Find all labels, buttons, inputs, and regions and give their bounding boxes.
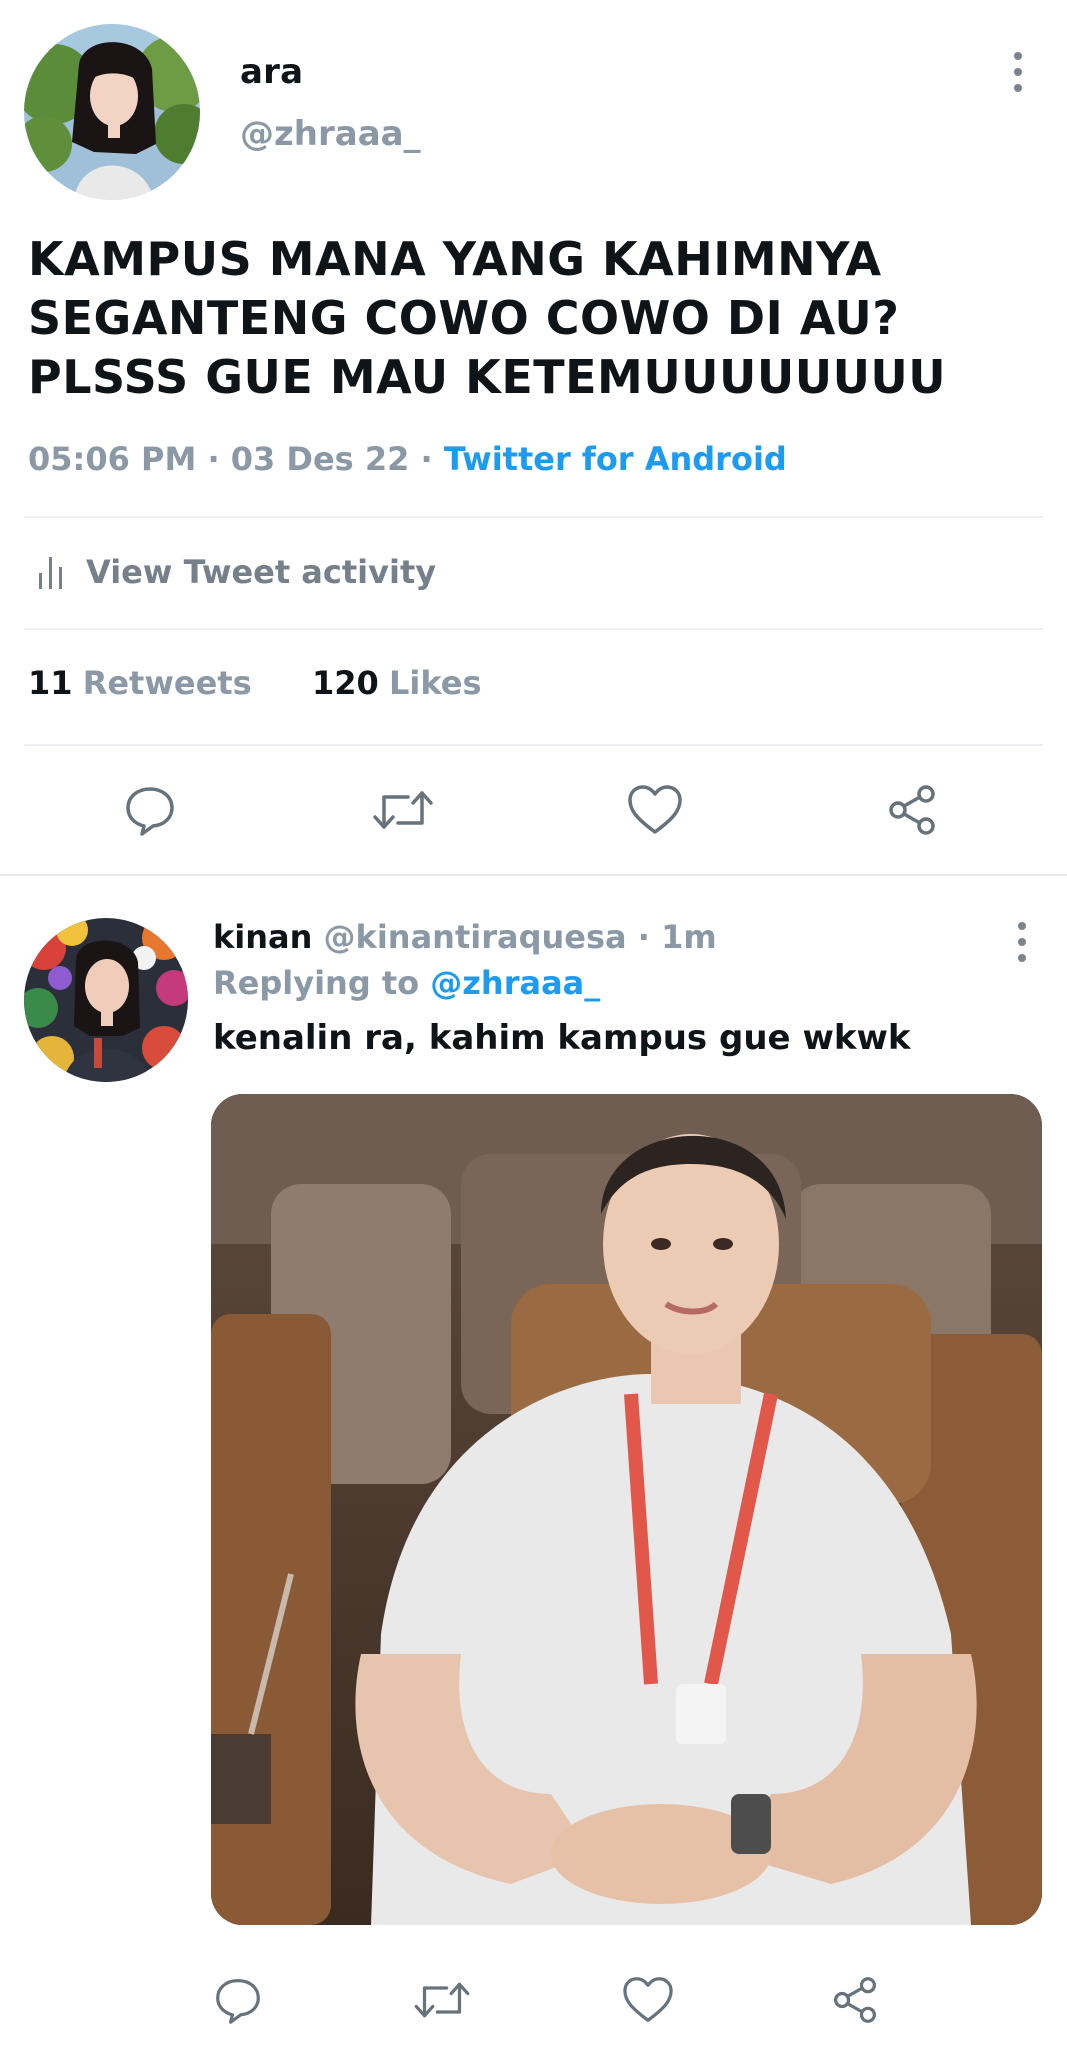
reply-share-button[interactable] bbox=[820, 1970, 890, 2030]
bar-chart-icon bbox=[39, 557, 62, 589]
likes-count: 120 bbox=[312, 664, 379, 702]
divider bbox=[24, 744, 1043, 746]
reply-media-image[interactable] bbox=[211, 1094, 1042, 1925]
share-button[interactable] bbox=[877, 780, 947, 840]
engagement-stats: 11 Retweets 120 Likes bbox=[28, 664, 482, 702]
reply-like-button[interactable] bbox=[613, 1970, 683, 2030]
likes-stat[interactable]: 120 Likes bbox=[312, 664, 482, 702]
tweet-time: 05:06 PM bbox=[28, 440, 197, 478]
separator-dot: · bbox=[207, 440, 231, 478]
replying-to-label: Replying to bbox=[213, 964, 420, 1002]
reply-author-avatar[interactable] bbox=[24, 918, 188, 1082]
reply-display-name[interactable]: kinan bbox=[213, 918, 312, 956]
tweet-meta: 05:06 PM · 03 Des 22 · Twitter for Andro… bbox=[28, 440, 787, 478]
reply-more-options-button[interactable] bbox=[1010, 912, 1034, 972]
more-vertical-icon-dot bbox=[1018, 938, 1026, 946]
tweet-text-line: KAMPUS MANA YANG KAHIMNYA bbox=[28, 232, 882, 286]
retweets-stat[interactable]: 11 Retweets bbox=[28, 664, 262, 702]
more-vertical-icon bbox=[1018, 922, 1026, 930]
reply-bubble-icon bbox=[126, 787, 174, 836]
separator-dot: · bbox=[637, 918, 650, 956]
more-options-button[interactable] bbox=[1006, 42, 1030, 102]
share-icon bbox=[889, 785, 935, 835]
more-vertical-icon-dot bbox=[1014, 84, 1022, 92]
more-vertical-icon bbox=[1014, 52, 1022, 60]
author-avatar[interactable] bbox=[24, 24, 200, 200]
divider bbox=[24, 628, 1043, 630]
reply-time: 1m bbox=[661, 918, 717, 956]
like-button[interactable] bbox=[620, 780, 690, 840]
retweet-button[interactable] bbox=[368, 780, 438, 840]
reply-text: kenalin ra, kahim kampus gue wkwk bbox=[213, 1018, 911, 1058]
reply-reply-button[interactable] bbox=[203, 1970, 273, 2030]
reply-header: kinan @kinantiraquesa · 1m bbox=[213, 918, 717, 956]
reply-button[interactable] bbox=[115, 780, 185, 840]
view-tweet-activity-label: View Tweet activity bbox=[86, 553, 437, 591]
tweet-source-link[interactable]: Twitter for Android bbox=[444, 440, 787, 478]
likes-label: Likes bbox=[388, 664, 482, 702]
more-vertical-icon-dot bbox=[1018, 954, 1026, 962]
retweet-icon bbox=[373, 791, 433, 829]
replying-to: Replying to @zhraaa_ bbox=[213, 964, 600, 1002]
heart-icon bbox=[623, 1977, 673, 2022]
tweet-text: KAMPUS MANA YANG KAHIMNYA SEGANTENG COWO… bbox=[28, 230, 946, 407]
reply-handle[interactable]: @kinantiraquesa bbox=[324, 918, 627, 956]
retweets-count: 11 bbox=[28, 664, 73, 702]
tweet-date: 03 Des 22 bbox=[230, 440, 410, 478]
view-tweet-activity-button[interactable]: View Tweet activity bbox=[36, 546, 436, 598]
tweet-text-line: PLSSS GUE MAU KETEMUUUUUUUU bbox=[28, 350, 947, 404]
divider bbox=[24, 516, 1043, 518]
retweets-label: Retweets bbox=[82, 664, 252, 702]
separator-dot: · bbox=[420, 440, 444, 478]
heart-icon bbox=[628, 785, 682, 834]
tweet-text-line: SEGANTENG COWO COWO DI AU? bbox=[28, 291, 900, 345]
reply-bubble-icon bbox=[216, 1979, 260, 2024]
author-handle[interactable]: @zhraaa_ bbox=[240, 114, 421, 154]
reply-retweet-button[interactable] bbox=[407, 1970, 477, 2030]
section-divider bbox=[0, 874, 1067, 876]
replying-to-handle[interactable]: @zhraaa_ bbox=[430, 964, 600, 1002]
author-display-name[interactable]: ara bbox=[240, 52, 303, 92]
retweet-icon bbox=[414, 1982, 470, 2018]
share-icon bbox=[834, 1977, 876, 2023]
more-vertical-icon-dot bbox=[1014, 68, 1022, 76]
